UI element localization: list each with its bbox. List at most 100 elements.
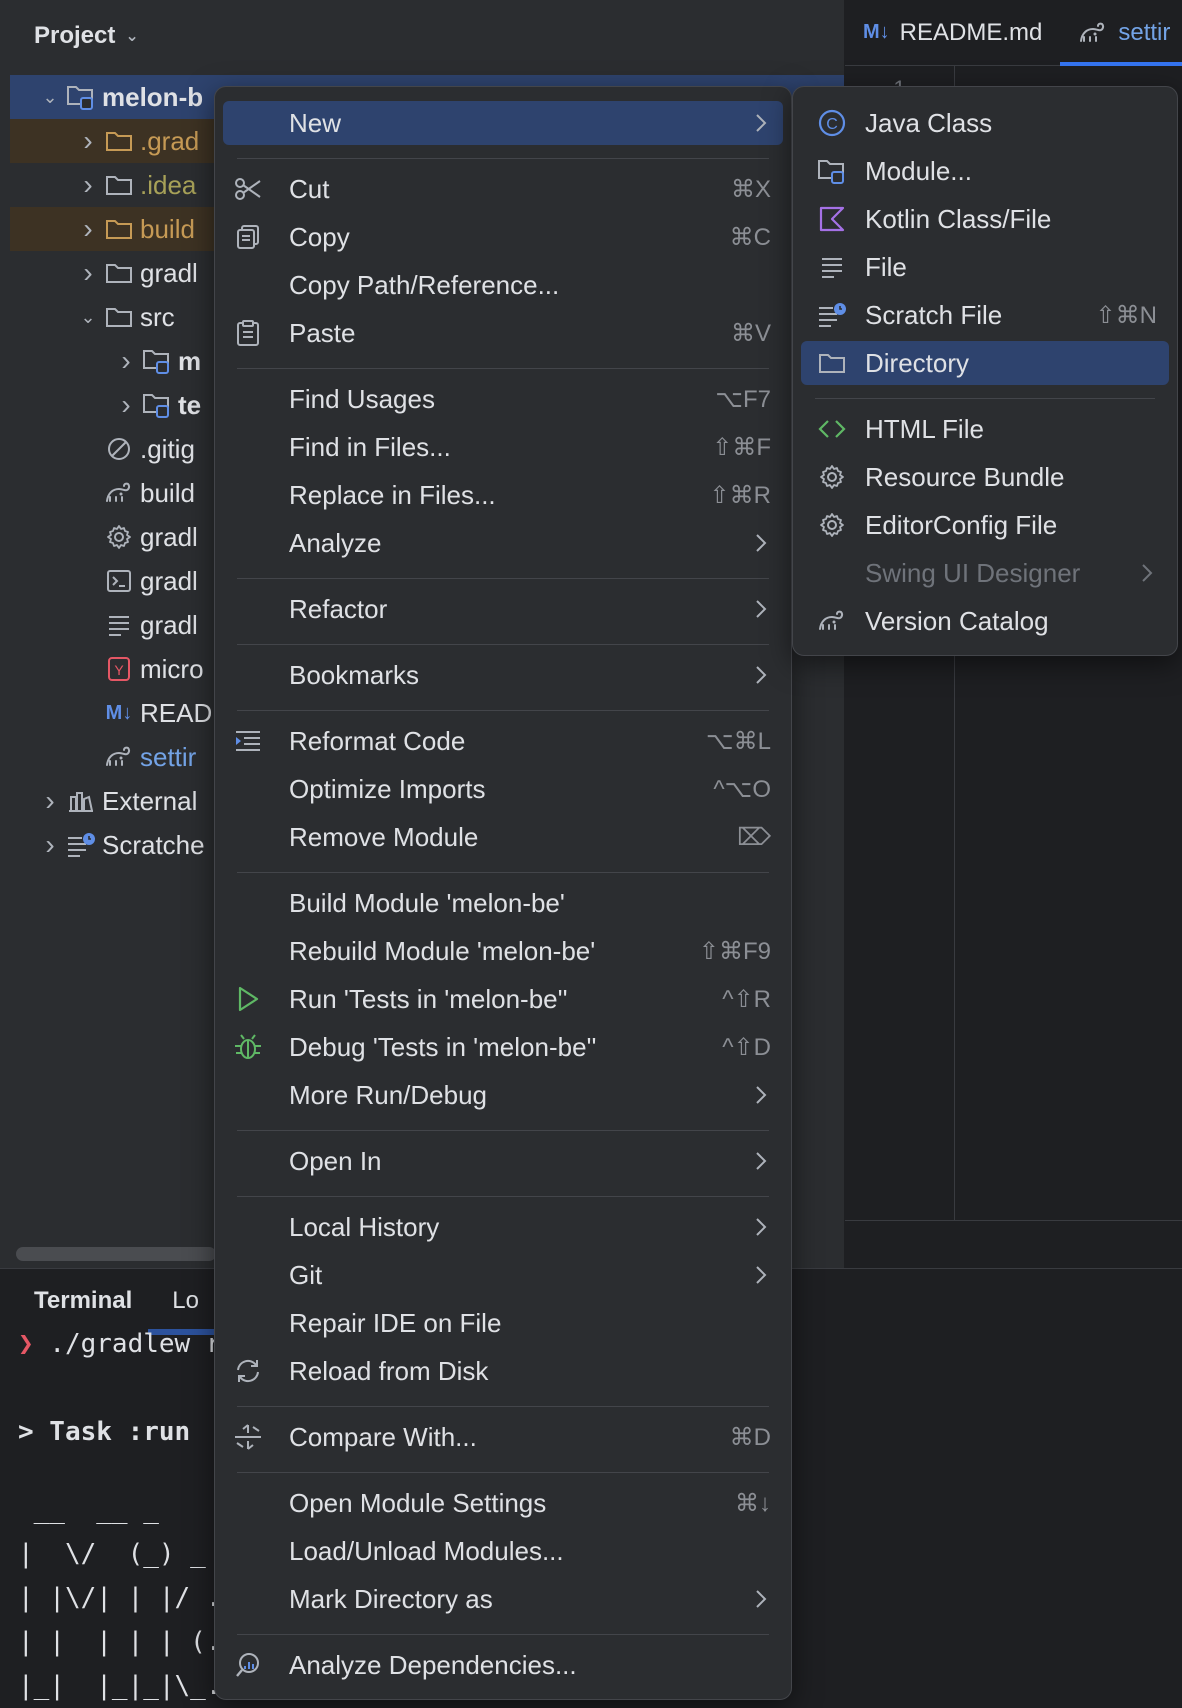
menu-item-bookmarks[interactable]: Bookmarks xyxy=(223,653,783,697)
chevron-right-icon[interactable]: › xyxy=(112,345,140,377)
chevron-right-icon[interactable]: › xyxy=(74,213,102,245)
menu-item-debug-tests-in-melon-be[interactable]: Debug 'Tests in 'melon-be'' ^⇧D xyxy=(223,1025,783,1069)
menu-item-resource-bundle[interactable]: Resource Bundle xyxy=(801,455,1169,499)
menu-item-label: Find in Files... xyxy=(289,431,451,462)
menu-item-java-class[interactable]: C Java Class xyxy=(801,101,1169,145)
menu-item-mark-directory-as[interactable]: Mark Directory as xyxy=(223,1577,783,1621)
text-file-icon xyxy=(102,613,136,637)
tree-item-label: External xyxy=(102,785,198,816)
menu-item-open-module-settings[interactable]: Open Module Settings ⌘↓ xyxy=(223,1481,783,1525)
scratch-icon xyxy=(64,832,98,858)
menu-item-label: Run 'Tests in 'melon-be'' xyxy=(289,983,568,1014)
menu-separator xyxy=(237,578,769,579)
tab-label: settir xyxy=(1118,18,1171,46)
menu-item-copy-path-reference[interactable]: Copy Path/Reference... xyxy=(223,263,783,307)
module-folder-icon xyxy=(140,391,174,419)
tab-readme[interactable]: M↓ README.md xyxy=(845,0,1060,66)
chevron-right-icon[interactable]: › xyxy=(36,785,64,817)
menu-item-local-history[interactable]: Local History xyxy=(223,1205,783,1249)
menu-item-paste[interactable]: Paste ⌘V xyxy=(223,311,783,355)
gear-icon xyxy=(102,524,136,550)
menu-item-copy[interactable]: Copy ⌘C xyxy=(223,215,783,259)
menu-separator xyxy=(237,1196,769,1197)
menu-item-rebuild-module-melon-be[interactable]: Rebuild Module 'melon-be' ⇧⌘F9 xyxy=(223,929,783,973)
menu-item-more-run-debug[interactable]: More Run/Debug xyxy=(223,1073,783,1117)
chevron-right-icon[interactable]: › xyxy=(74,169,102,201)
menu-item-shortcut: ⌘V xyxy=(730,319,771,347)
menu-item-build-module-melon-be[interactable]: Build Module 'melon-be' xyxy=(223,881,783,925)
chevron-down-icon: ⌄ xyxy=(125,28,139,45)
terminal-line: __ __ _ xyxy=(18,1495,159,1525)
menu-item-remove-module[interactable]: Remove Module ⌦ xyxy=(223,815,783,859)
chevron-right-icon[interactable]: › xyxy=(112,389,140,421)
menu-item-editorconfig-file[interactable]: EditorConfig File xyxy=(801,503,1169,547)
horizontal-scrollbar[interactable] xyxy=(16,1247,216,1261)
text-file-icon xyxy=(815,245,849,289)
menu-item-compare-with[interactable]: Compare With... ⌘D xyxy=(223,1415,783,1459)
menu-item-reformat-code[interactable]: Reformat Code ⌥⌘L xyxy=(223,719,783,763)
tree-item-label: m xyxy=(178,345,202,376)
chevron-right-icon[interactable]: › xyxy=(74,257,102,289)
context-menu: New Cut ⌘X Copy ⌘C Copy Path/Reference... Past… xyxy=(214,86,792,1700)
menu-item-analyze-dependencies[interactable]: Analyze Dependencies... xyxy=(223,1643,783,1687)
project-view-selector[interactable]: Project ⌄ xyxy=(34,22,139,50)
chevron-right-icon xyxy=(755,599,767,619)
menu-item-label: Repair IDE on File xyxy=(289,1307,502,1338)
menu-item-replace-in-files[interactable]: Replace in Files... ⇧⌘R xyxy=(223,473,783,517)
terminal-line: | |\/| | |/ . xyxy=(18,1583,222,1613)
menu-item-version-catalog[interactable]: Version Catalog xyxy=(801,599,1169,643)
svg-text:C: C xyxy=(826,116,838,133)
menu-separator xyxy=(237,1130,769,1131)
chevron-right-icon xyxy=(755,533,767,553)
menu-item-shortcut: ^⇧R xyxy=(722,985,771,1013)
menu-item-find-in-files[interactable]: Find in Files... ⇧⌘F xyxy=(223,425,783,469)
chevron-right-icon[interactable]: › xyxy=(36,829,64,861)
menu-item-directory[interactable]: Directory xyxy=(801,341,1169,385)
chevron-right-icon[interactable]: › xyxy=(74,125,102,157)
menu-item-reload-from-disk[interactable]: Reload from Disk xyxy=(223,1349,783,1393)
menu-item-run-tests-in-melon-be[interactable]: Run 'Tests in 'melon-be'' ^⇧R xyxy=(223,977,783,1021)
menu-item-load-unload-modules[interactable]: Load/Unload Modules... xyxy=(223,1529,783,1573)
menu-item-html-file[interactable]: HTML File xyxy=(801,407,1169,451)
menu-item-repair-ide-on-file[interactable]: Repair IDE on File xyxy=(223,1301,783,1345)
terminal-line-text: |_| |_|_|\_. xyxy=(18,1671,222,1701)
chevron-right-icon xyxy=(755,1265,767,1285)
menu-item-open-in[interactable]: Open In xyxy=(223,1139,783,1183)
menu-item-kotlin-class-file[interactable]: Kotlin Class/File xyxy=(801,197,1169,241)
tab-local[interactable]: Lo xyxy=(148,1287,239,1335)
menu-item-label: Load/Unload Modules... xyxy=(289,1535,564,1566)
menu-item-shortcut: ⌥F7 xyxy=(715,385,771,413)
menu-item-git[interactable]: Git xyxy=(223,1253,783,1297)
editor-tab-bar: M↓ README.md settir xyxy=(845,0,1182,66)
chevron-down-icon[interactable]: ⌄ xyxy=(74,307,102,328)
menu-separator xyxy=(237,158,769,159)
menu-item-label: Compare With... xyxy=(289,1421,477,1452)
menu-item-label: Build Module 'melon-be' xyxy=(289,887,565,918)
menu-item-optimize-imports[interactable]: Optimize Imports ^⌥O xyxy=(223,767,783,811)
menu-item-label: File xyxy=(865,251,907,282)
menu-item-module[interactable]: Module... xyxy=(801,149,1169,193)
menu-item-new[interactable]: New xyxy=(223,101,783,145)
chevron-down-icon[interactable]: ⌄ xyxy=(36,87,64,108)
menu-item-label: EditorConfig File xyxy=(865,509,1058,540)
menu-item-shortcut: ⌘D xyxy=(729,1423,771,1451)
menu-separator xyxy=(237,710,769,711)
tree-item-label: READ xyxy=(140,697,213,728)
tab-settings-gradle[interactable]: settir xyxy=(1060,0,1182,66)
menu-item-shortcut: ⇧⌘N xyxy=(1095,301,1157,329)
menu-item-refactor[interactable]: Refactor xyxy=(223,587,783,631)
menu-item-find-usages[interactable]: Find Usages ⌥F7 xyxy=(223,377,783,421)
menu-item-label: Paste xyxy=(289,317,356,348)
chevron-right-icon xyxy=(755,1589,767,1609)
library-icon xyxy=(64,789,98,813)
chevron-right-icon xyxy=(755,1217,767,1237)
reformat-icon xyxy=(231,719,265,763)
copy-icon xyxy=(231,215,265,259)
tab-terminal[interactable]: Terminal xyxy=(34,1287,132,1315)
menu-item-cut[interactable]: Cut ⌘X xyxy=(223,167,783,211)
folder-icon xyxy=(102,261,136,285)
menu-item-file[interactable]: File xyxy=(801,245,1169,289)
menu-item-scratch-file[interactable]: Scratch File ⇧⌘N xyxy=(801,293,1169,337)
tree-item-label: micro xyxy=(140,653,204,684)
menu-item-analyze[interactable]: Analyze xyxy=(223,521,783,565)
